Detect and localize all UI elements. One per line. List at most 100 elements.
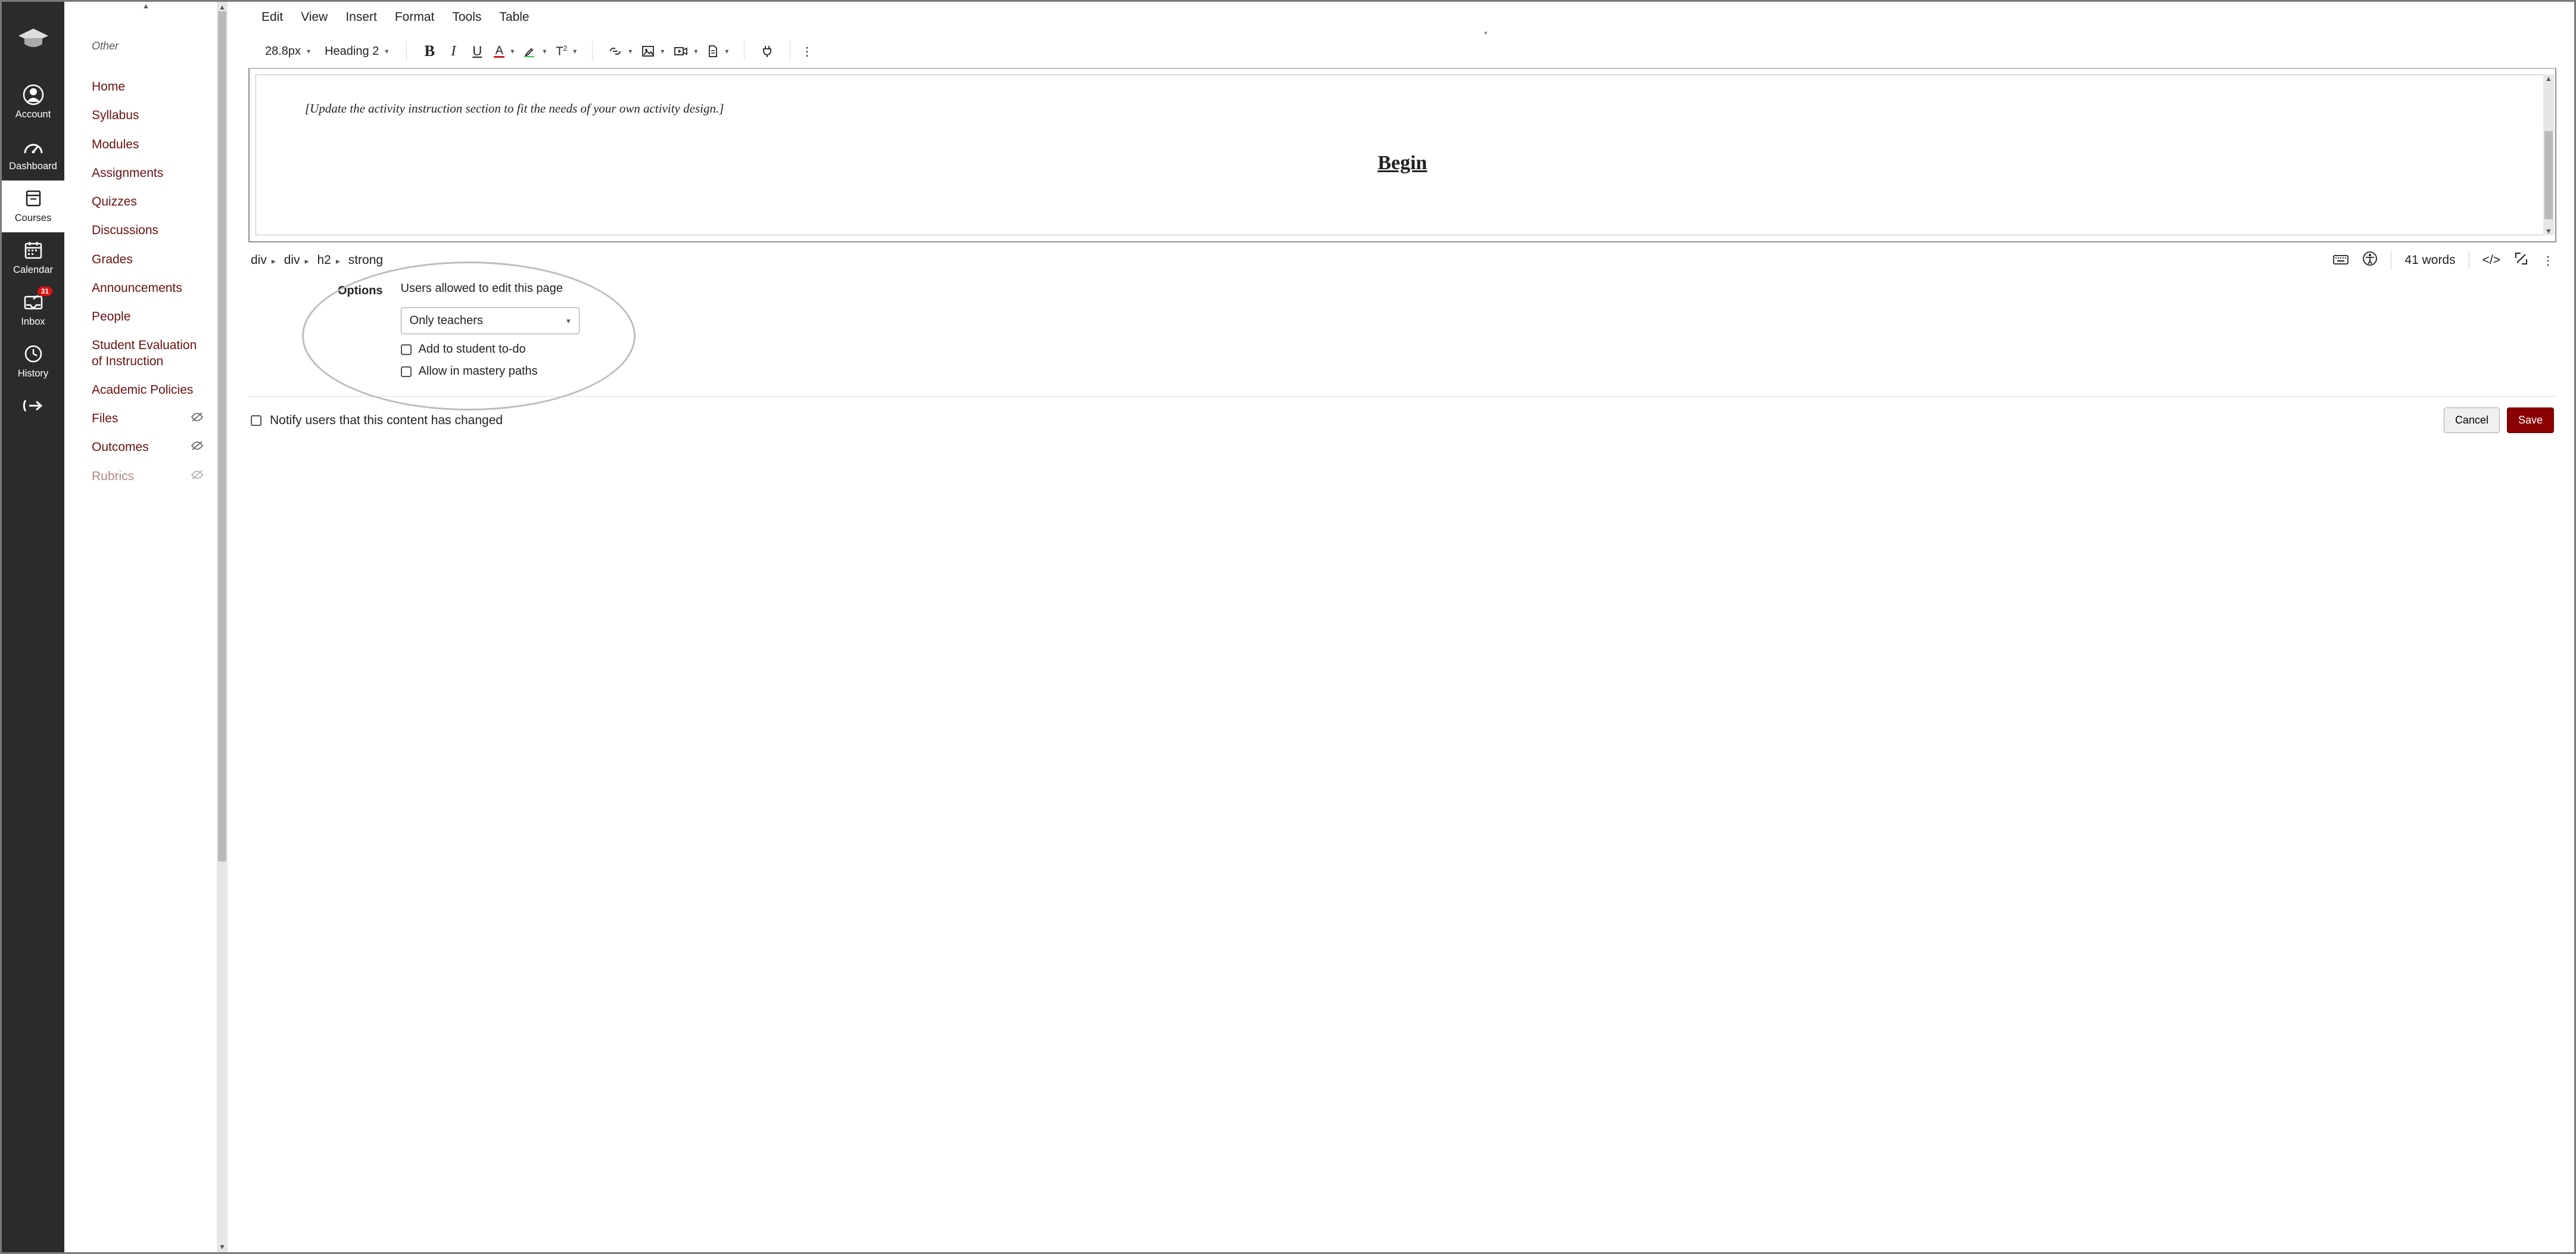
document-button[interactable]: ▾ [703,39,732,63]
superscript-button[interactable]: T2▾ [552,39,580,63]
nav-label: History [18,368,48,379]
menu-format[interactable]: Format [395,10,435,24]
editor-menubar: Edit View Insert Format Tools Table [248,2,2556,33]
course-nav-rubrics[interactable]: Rubrics [92,462,213,491]
toolbar-more-button[interactable]: ⋮ [796,39,818,63]
scroll-thumb[interactable] [218,11,226,861]
chevron-down-icon: ▾ [566,316,571,326]
course-nav-modules[interactable]: Modules [92,130,213,159]
arrow-out-icon [21,394,45,418]
cancel-button[interactable]: Cancel [2444,407,2500,433]
scroll-down-icon[interactable]: ▼ [217,1243,228,1251]
menu-view[interactable]: View [301,10,328,24]
bold-button[interactable]: B [419,39,440,63]
course-nav-quizzes[interactable]: Quizzes [92,188,213,216]
nav-calendar[interactable]: Calendar [2,232,64,284]
chevron-down-icon: ▾ [694,47,697,55]
hidden-eye-icon [191,411,204,427]
nav-label: Dashboard [9,161,57,172]
fullscreen-button[interactable] [2513,251,2529,270]
course-nav-files[interactable]: Files [92,404,213,433]
editor-begin-link[interactable]: Begin [274,152,2531,175]
course-nav-section: Other [92,40,213,52]
highlight-button[interactable]: ▾ [520,39,550,63]
media-button[interactable]: ▾ [670,39,701,63]
course-nav-scrollbar[interactable]: ▲ ▼ [217,2,228,1252]
editor-hint-text: [Update the activity instruction section… [305,101,2531,116]
element-path[interactable]: div div h2 strong [251,253,383,267]
course-nav-assignments[interactable]: Assignments [92,159,213,188]
image-icon [641,45,655,57]
todo-checkbox-row[interactable]: Add to student to-do [401,343,580,356]
apps-button[interactable] [756,39,778,63]
course-nav-discussions[interactable]: Discussions [92,216,213,245]
chevron-down-icon: ▾ [573,47,577,55]
chevron-down-icon: ▾ [510,47,514,55]
nav-inbox[interactable]: 31 Inbox [2,284,64,336]
editor-more-button[interactable]: ⋮ [2542,253,2554,268]
scroll-up-icon[interactable]: ▲ [217,3,228,11]
editor-scrollbar[interactable]: ▲ ▼ [2543,74,2554,235]
nav-label: Account [15,109,51,120]
media-icon [674,46,688,57]
scroll-up-arrow-icon[interactable]: ▲ [64,2,228,10]
mastery-checkbox-row[interactable]: Allow in mastery paths [401,365,580,378]
editor-toolbar: 28.8px▾ Heading 2▾ B I U A▾ ▾ T2▾ ▾ ▾ ▾ … [248,35,2556,68]
course-nav-sei[interactable]: Student Evaluation of Instruction [92,331,213,376]
keyboard-shortcuts-button[interactable] [2332,252,2349,269]
chevron-down-icon: ▾ [661,47,664,55]
menu-tools[interactable]: Tools [452,10,481,24]
text-color-button[interactable]: A▾ [490,39,518,63]
highlighter-icon [524,45,537,58]
link-icon [608,46,622,57]
scroll-thumb[interactable] [2544,131,2553,220]
html-editor-button[interactable]: </> [2482,253,2500,267]
breadcrumb-sep-icon [336,256,340,266]
mastery-label: Allow in mastery paths [419,365,538,378]
page-footer: Notify users that this content has chang… [248,396,2556,433]
course-nav-panel: ▲ Other Home Syllabus Modules Assignment… [64,2,228,1252]
italic-button[interactable]: I [443,39,464,63]
image-button[interactable]: ▾ [638,39,668,63]
course-nav-grades[interactable]: Grades [92,245,213,274]
link-button[interactable]: ▾ [605,39,636,63]
course-nav-policies[interactable]: Academic Policies [92,376,213,404]
course-nav-announcements[interactable]: Announcements [92,274,213,303]
block-format-select[interactable]: Heading 2▾ [319,39,394,63]
menu-insert[interactable]: Insert [345,10,377,24]
scroll-up-icon[interactable]: ▲ [2543,74,2554,83]
course-nav: Other Home Syllabus Modules Assignments … [64,13,228,491]
save-button[interactable]: Save [2507,407,2554,433]
gauge-icon [21,135,45,158]
nav-account[interactable]: Account [2,77,64,129]
course-nav-home[interactable]: Home [92,73,213,101]
accessibility-icon [2362,251,2378,266]
course-nav-outcomes[interactable]: Outcomes [92,433,213,462]
global-nav: Account Dashboard Courses Calendar 31 [2,2,64,1252]
nav-dashboard[interactable]: Dashboard [2,129,64,181]
course-nav-people[interactable]: People [92,303,213,331]
underline-button[interactable]: U [466,39,488,63]
nav-history[interactable]: History [2,336,64,388]
scroll-down-icon[interactable]: ▼ [2543,227,2554,235]
nav-courses[interactable]: Courses [2,181,64,232]
graduation-cap-icon [17,27,49,52]
nav-more[interactable] [2,388,64,420]
clock-icon [21,342,45,366]
font-size-select[interactable]: 28.8px▾ [259,39,316,63]
checkbox-icon[interactable] [251,415,261,426]
menu-edit[interactable]: Edit [261,10,283,24]
document-icon [707,45,719,58]
checkbox-icon[interactable] [401,344,412,355]
nav-label: Calendar [13,265,53,276]
editor-content[interactable]: [Update the activity instruction section… [256,74,2549,235]
chevron-down-icon: ▾ [543,47,546,55]
checkbox-icon[interactable] [401,366,412,377]
inbox-badge: 31 [38,287,52,296]
plug-icon [761,44,774,58]
menu-table[interactable]: Table [499,10,529,24]
accessibility-checker-button[interactable] [2362,251,2378,270]
hidden-eye-icon [191,469,204,484]
course-nav-syllabus[interactable]: Syllabus [92,101,213,130]
edit-permissions-select[interactable]: Only teachers ▾ [401,307,580,334]
